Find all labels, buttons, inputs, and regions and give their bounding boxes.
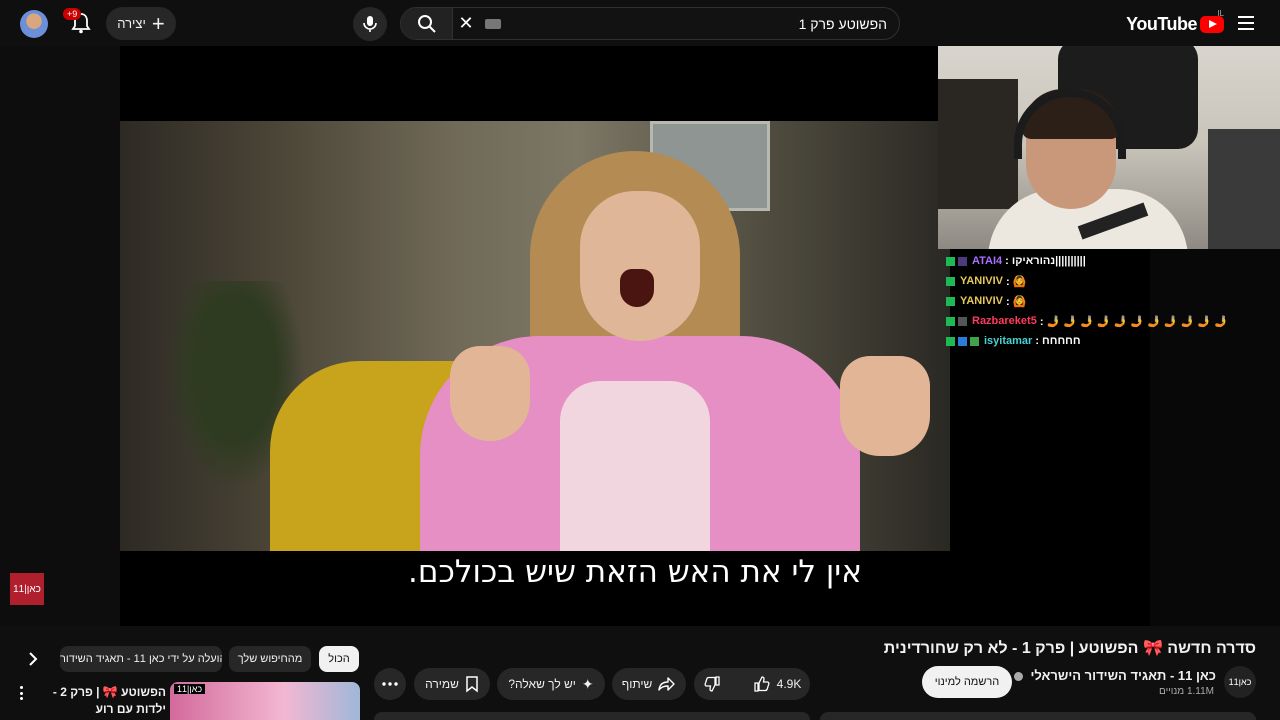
save-label: שמירה [425, 677, 459, 691]
like-count: 4.9K [776, 677, 802, 691]
thumbs-up-icon [754, 676, 770, 692]
scene-person-shirt [560, 381, 710, 551]
ask-label: יש לך שאלה? [508, 677, 576, 691]
chat-text: : 🙆 [1006, 275, 1027, 288]
like-button[interactable]: 4.9K [743, 668, 812, 700]
chat-message: YANIVIV : 🙆 [946, 291, 1280, 311]
search-bar: ✕ [400, 7, 900, 40]
chat-text: : חחחחח [1035, 335, 1081, 347]
youtube-watch-page: YouTube IL ✕ + יצירה +9 [0, 0, 1280, 720]
youtube-logo[interactable]: YouTube [1126, 12, 1224, 36]
share-button[interactable]: שיתוף [612, 668, 686, 700]
channel-avatar[interactable]: כאן11 [1224, 666, 1256, 698]
chat-message: isyitamar : חחחחח [946, 331, 1280, 351]
chat-text: : נהוראיקו|||||||||| [1005, 255, 1086, 267]
recommended-video-menu-icon[interactable] [14, 684, 28, 702]
chat-username: Razbareket5 [972, 315, 1037, 327]
save-button[interactable]: שמירה [414, 668, 490, 700]
chat-username: ATAI4 [972, 255, 1003, 267]
streamer-webcam-overlay [938, 46, 1280, 249]
account-avatar[interactable] [20, 10, 48, 38]
chat-text: : 🤳 🤳 🤳 🤳 🤳 🤳 🤳 🤳 🤳 🤳 🤳 [1039, 315, 1228, 328]
country-code: IL [1217, 9, 1224, 18]
webcam-monitor [938, 79, 1018, 209]
recommended-video-title[interactable]: הפשוטע 🎀 | פרק 2 - ילדות עם רוע [30, 684, 166, 718]
chip-uploaded-by-channel[interactable]: הועלה על ידי כאן 11 - תאגיד השידור [60, 646, 222, 672]
subscriber-count: 1.11M מנויים [1159, 686, 1214, 697]
top-bar: YouTube IL ✕ + יצירה +9 [0, 0, 1280, 46]
chat-text: : 🙆 [1006, 295, 1027, 308]
chat-username: YANIVIV [960, 275, 1004, 287]
webcam-shelf [1208, 129, 1280, 249]
video-subtitle: אין לי את האש הזאת שיש בכולכם. [408, 554, 862, 590]
chat-message: ATAI4 : נהוראיקו|||||||||| [946, 251, 1280, 271]
plus-icon: + [151, 10, 165, 36]
ask-ai-button[interactable]: ✦ יש לך שאלה? [497, 668, 605, 700]
chat-username: isyitamar [984, 335, 1033, 347]
video-player[interactable]: אין לי את האש הזאת שיש בכולכם. כאן|11 AT… [0, 46, 1280, 626]
logo-text: YouTube [1126, 13, 1197, 34]
channel-name-text: כאן 11 - תאגיד השידור הישראלי [1030, 668, 1216, 683]
subscribe-button[interactable]: הרשמה למינוי [922, 666, 1012, 698]
scene-person-left-hand [450, 346, 530, 441]
chip-from-your-search[interactable]: מהחיפוש שלך [229, 646, 311, 672]
comments-panel [374, 712, 810, 720]
verified-icon [1013, 672, 1023, 682]
create-button[interactable]: + יצירה [106, 7, 176, 40]
channel-watermark: כאן|11 [10, 573, 44, 605]
create-label: יצירה [117, 16, 146, 31]
search-input[interactable] [507, 8, 899, 39]
player-left-margin [0, 46, 120, 626]
chat-badge-icon [946, 296, 955, 306]
search-button[interactable] [401, 8, 453, 39]
chat-badge-icon [958, 256, 967, 266]
youtube-play-icon [1200, 15, 1224, 33]
search-icon [417, 14, 436, 33]
scene-person-mouth [620, 269, 654, 307]
chat-message: YANIVIV : 🙆 [946, 271, 1280, 291]
voice-search-button[interactable] [353, 7, 387, 41]
share-label: שיתוף [621, 677, 653, 691]
keyboard-icon[interactable] [485, 18, 501, 29]
scene-person-face [580, 191, 700, 341]
sparkle-icon: ✦ [581, 675, 594, 692]
thumbnail-logo: כאן|11 [174, 684, 206, 694]
below-player: סדרה חדשה 🎀 הפשוטע | פרק 1 - לא רק שחורד… [0, 626, 1280, 720]
chat-badge-icon [970, 336, 979, 346]
chat-badge-icon [946, 316, 955, 326]
dislike-button[interactable] [693, 668, 731, 700]
chat-badge-icon [946, 256, 955, 266]
stream-chat-overlay: ATAI4 : נהוראיקו|||||||||| YANIVIV : 🙆 Y… [946, 251, 1280, 351]
thumbs-down-icon [704, 676, 720, 692]
description-panel[interactable] [820, 712, 1256, 720]
video-frame [120, 121, 950, 551]
chat-badge-icon [946, 336, 955, 346]
recommended-video-thumbnail[interactable]: כאן|11 [170, 682, 360, 720]
chat-message: Razbareket5 : 🤳 🤳 🤳 🤳 🤳 🤳 🤳 🤳 🤳 🤳 🤳 [946, 311, 1280, 331]
chat-badge-icon [946, 276, 955, 286]
clear-search-icon[interactable]: ✕ [453, 11, 479, 37]
chat-username: YANIVIV [960, 295, 1004, 307]
notification-count-badge: +9 [63, 8, 82, 20]
chevron-right-icon[interactable] [22, 648, 44, 670]
microphone-icon [363, 16, 377, 32]
channel-name[interactable]: כאן 11 - תאגיד השידור הישראלי [1013, 668, 1216, 683]
chip-all[interactable]: הכול [319, 646, 359, 672]
like-dislike-group: 4.9K [694, 668, 810, 700]
bookmark-icon [466, 676, 478, 693]
hamburger-menu-icon[interactable] [1234, 12, 1258, 34]
notifications-button[interactable]: +9 [63, 8, 94, 36]
chat-badge-icon [958, 316, 967, 326]
video-title: סדרה חדשה 🎀 הפשוטע | פרק 1 - לא רק שחורד… [883, 640, 1256, 657]
more-actions-icon[interactable] [374, 668, 406, 700]
chat-badge-icon [958, 336, 967, 346]
scene-person-right-hand [840, 356, 930, 456]
share-icon [658, 677, 675, 691]
